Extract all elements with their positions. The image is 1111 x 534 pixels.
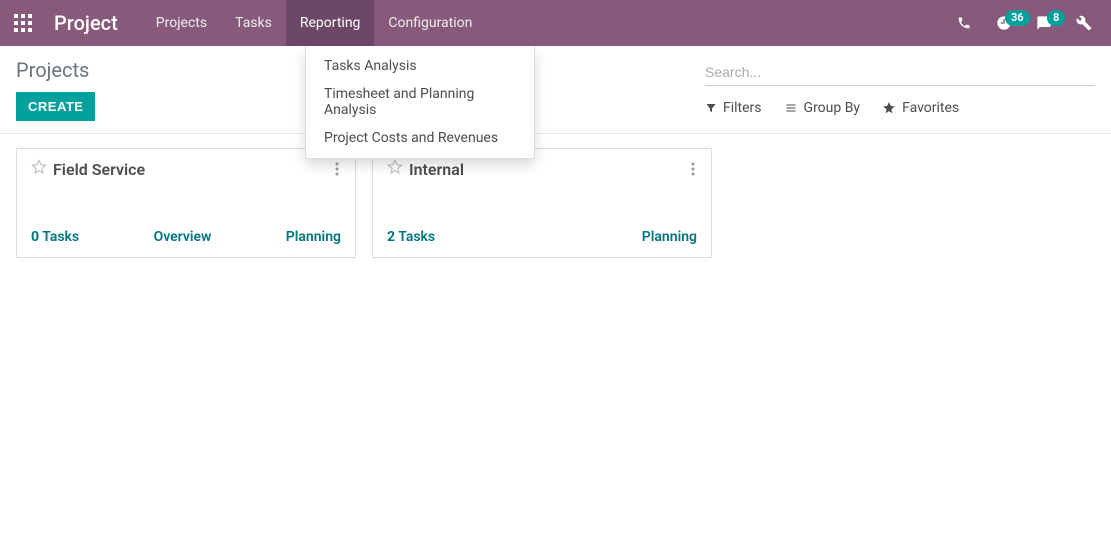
planning-link[interactable]: Planning [642, 229, 697, 245]
dropdown-item-costs-revenues[interactable]: Project Costs and Revenues [306, 124, 534, 152]
card-footer: 2 Tasks Planning [387, 189, 697, 245]
dropdown-item-tasks-analysis[interactable]: Tasks Analysis [306, 52, 534, 80]
create-button[interactable]: CREATE [16, 92, 95, 121]
task-label: Tasks [398, 229, 435, 245]
control-left: Projects CREATE [16, 58, 95, 121]
activities-badge: 36 [1005, 10, 1030, 26]
project-card[interactable]: Field Service 0 Tasks Overview Planning [16, 148, 356, 258]
star-icon[interactable] [387, 159, 403, 179]
search-filters: Filters Group By Favorites [705, 100, 1095, 116]
topbar-right: 36 8 [949, 8, 1111, 38]
filters-button[interactable]: Filters [705, 100, 762, 116]
favorites-label: Favorites [902, 100, 959, 116]
apps-menu-icon[interactable] [0, 0, 46, 46]
control-panel: Projects CREATE Filters Group By Favorit… [0, 46, 1111, 134]
reporting-dropdown: Tasks Analysis Timesheet and Planning An… [305, 46, 535, 159]
debug-icon[interactable] [1069, 8, 1099, 38]
tasks-link[interactable]: 0 Tasks [31, 229, 79, 245]
breadcrumb: Projects [16, 58, 95, 82]
control-right: Filters Group By Favorites [705, 58, 1095, 121]
search-wrap [705, 58, 1095, 86]
card-header: Internal [387, 159, 697, 179]
card-header: Field Service [31, 159, 341, 179]
phone-icon[interactable] [949, 8, 979, 38]
card-title: Internal [409, 160, 464, 179]
filters-label: Filters [723, 100, 762, 116]
project-card[interactable]: Internal 2 Tasks Planning [372, 148, 712, 258]
kebab-icon[interactable] [683, 159, 703, 179]
search-input[interactable] [705, 64, 1095, 80]
card-footer: 0 Tasks Overview Planning [31, 189, 341, 245]
dropdown-item-timesheet-planning[interactable]: Timesheet and Planning Analysis [306, 80, 534, 124]
main-nav: Projects Tasks Reporting Configuration [142, 0, 487, 46]
task-count: 0 [31, 229, 39, 245]
tasks-link[interactable]: 2 Tasks [387, 229, 435, 245]
topbar: Project Projects Tasks Reporting Configu… [0, 0, 1111, 46]
favorites-button[interactable]: Favorites [882, 100, 959, 116]
task-count: 2 [387, 229, 395, 245]
messaging-icon[interactable]: 8 [1029, 8, 1059, 38]
nav-item-projects[interactable]: Projects [142, 0, 221, 46]
card-title: Field Service [53, 160, 145, 179]
task-label: Tasks [42, 229, 79, 245]
groupby-button[interactable]: Group By [784, 100, 861, 116]
nav-item-configuration[interactable]: Configuration [374, 0, 486, 46]
nav-item-reporting[interactable]: Reporting [286, 0, 375, 46]
activities-icon[interactable]: 36 [989, 8, 1019, 38]
groupby-label: Group By [804, 100, 861, 116]
planning-link[interactable]: Planning [286, 229, 341, 245]
app-brand[interactable]: Project [46, 11, 142, 35]
nav-item-tasks[interactable]: Tasks [221, 0, 286, 46]
kebab-icon[interactable] [327, 159, 347, 179]
overview-link[interactable]: Overview [154, 229, 212, 245]
kanban-view: Field Service 0 Tasks Overview Planning … [0, 134, 1111, 272]
star-icon[interactable] [31, 159, 47, 179]
messaging-badge: 8 [1047, 10, 1065, 26]
